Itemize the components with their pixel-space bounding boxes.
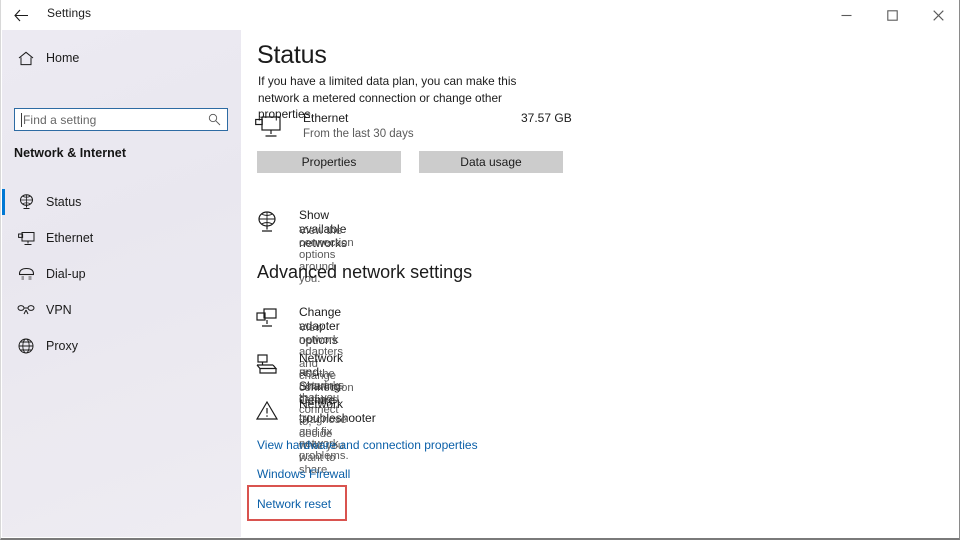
advanced-settings-title: Advanced network settings: [257, 262, 473, 282]
back-arrow-icon: [13, 9, 28, 21]
minimize-icon: [841, 14, 851, 16]
page-title: Status: [257, 41, 327, 69]
title-bar: Settings: [1, 0, 959, 30]
properties-button[interactable]: Properties: [257, 151, 401, 173]
ethernet-icon: [6, 231, 46, 246]
maximize-button[interactable]: [869, 0, 915, 30]
sidebar-item-ethernet[interactable]: Ethernet: [2, 220, 241, 256]
sidebar-item-home[interactable]: Home: [2, 44, 241, 72]
sidebar-item-label: Proxy: [46, 339, 78, 353]
sidebar-item-proxy[interactable]: Proxy: [2, 328, 241, 364]
text-caret: [21, 113, 22, 127]
sidebar-home-label: Home: [46, 51, 80, 65]
search-input[interactable]: Find a setting: [14, 108, 228, 131]
sidebar-item-dialup[interactable]: Dial-up: [2, 256, 241, 292]
close-button[interactable]: [915, 0, 959, 30]
network-name: Ethernet: [303, 111, 349, 125]
link-network-reset[interactable]: Network reset: [257, 497, 331, 511]
search-icon: [208, 113, 221, 131]
sidebar-item-status[interactable]: Status: [2, 184, 241, 220]
sidebar: Home Find a setting Network & Internet S…: [2, 30, 241, 537]
warning-triangle-icon: [255, 400, 279, 426]
data-usage-button[interactable]: Data usage: [419, 151, 563, 173]
settings-window: Settings Home Find a setting Network & I…: [0, 0, 960, 540]
home-icon: [6, 51, 46, 66]
window-title: Settings: [47, 6, 92, 20]
link-windows-firewall[interactable]: Windows Firewall: [257, 467, 350, 481]
adapter-icon: [255, 308, 279, 335]
network-period: From the last 30 days: [303, 128, 414, 140]
search-placeholder: Find a setting: [23, 113, 97, 127]
network-usage-value: 37.57 GB: [521, 111, 572, 125]
sidebar-item-vpn[interactable]: VPN: [2, 292, 241, 328]
sidebar-item-label: Status: [46, 195, 82, 209]
network-status-icon: [6, 194, 46, 210]
sidebar-item-label: Ethernet: [46, 231, 94, 245]
minimize-button[interactable]: [823, 0, 869, 30]
globe-icon: [6, 338, 46, 354]
link-view-hardware-properties[interactable]: View hardware and connection properties: [257, 438, 478, 452]
maximize-icon: [886, 9, 898, 21]
sidebar-nav: Status Ethernet Dial-up VPN Proxy: [2, 184, 241, 364]
main-content: Status If you have a limited data plan, …: [241, 30, 959, 537]
back-button[interactable]: [4, 0, 38, 30]
ethernet-monitor-icon: [255, 116, 281, 143]
sidebar-item-label: Dial-up: [46, 267, 86, 281]
sidebar-item-label: VPN: [46, 303, 72, 317]
selection-indicator: [2, 189, 5, 215]
close-icon: [932, 9, 944, 21]
globe-monitor-icon: [255, 211, 279, 238]
dialup-icon: [6, 267, 46, 281]
sidebar-group-title: Network & Internet: [14, 146, 127, 160]
vpn-icon: [6, 304, 46, 316]
network-summary-row: Ethernet From the last 30 days 37.57 GB: [255, 110, 585, 146]
sharing-icon: [255, 354, 279, 381]
window-controls: [823, 0, 959, 30]
